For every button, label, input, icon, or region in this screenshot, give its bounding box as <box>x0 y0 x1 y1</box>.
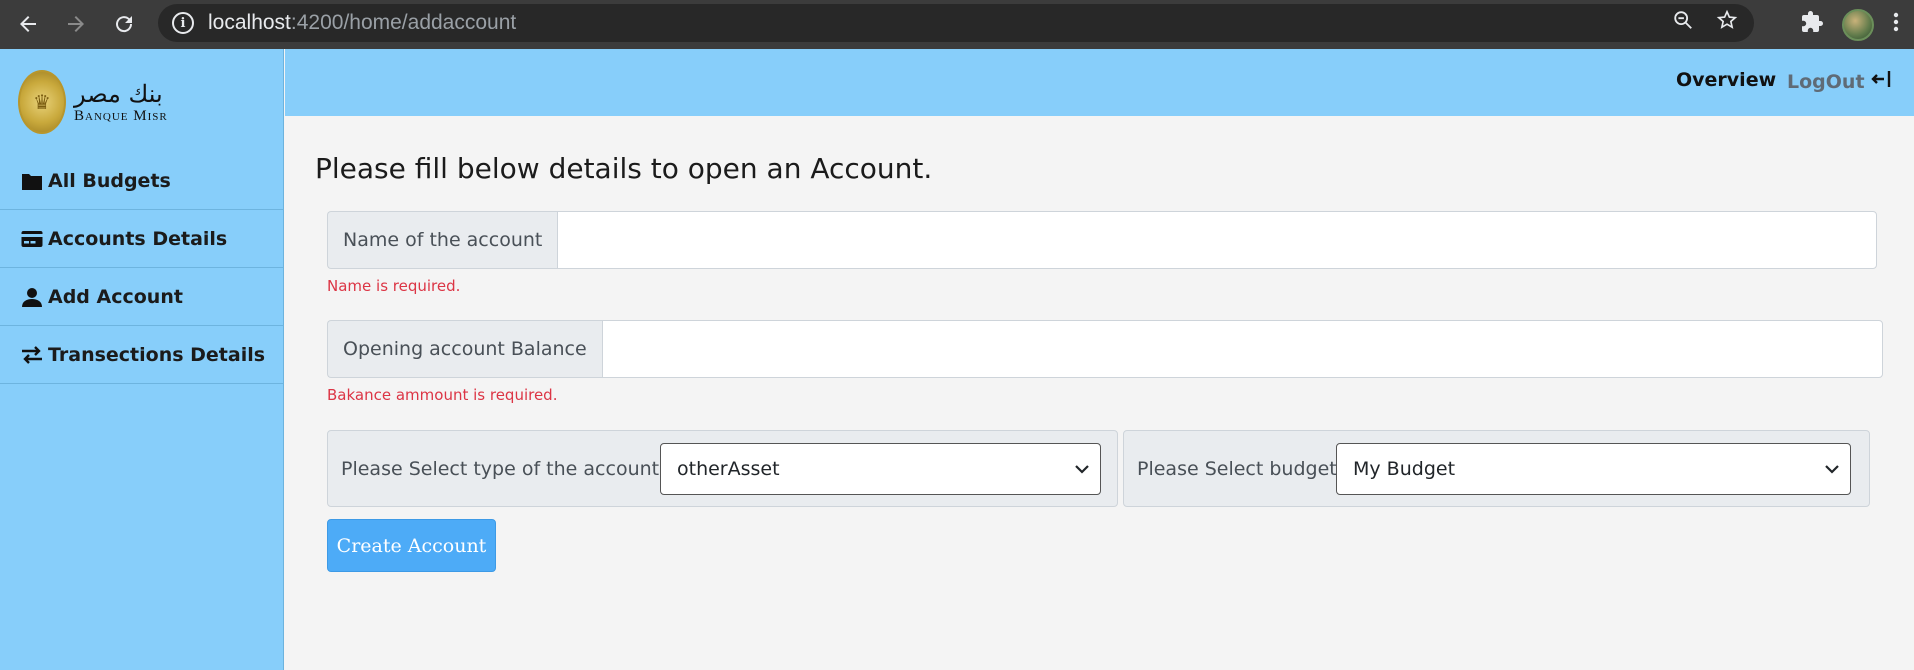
user-icon <box>20 287 44 307</box>
opening-balance-input[interactable] <box>601 320 1883 378</box>
balance-error-message: Bakance ammount is required. <box>327 386 558 404</box>
sidebar-item-add-account[interactable]: Add Account <box>0 268 284 326</box>
budget-selected-value: My Budget <box>1353 458 1456 480</box>
name-error-message: Name is required. <box>327 277 461 295</box>
account-type-group: Please Select type of the account : othe… <box>327 430 1118 507</box>
address-bar[interactable]: i localhost:4200/home/addaccount <box>158 4 1754 42</box>
account-type-select[interactable]: otherAsset <box>660 443 1101 495</box>
banque-misr-logo[interactable]: ♛ بنك مصر Banque Misr <box>18 69 188 135</box>
profile-avatar[interactable] <box>1842 8 1874 41</box>
budget-label: Please Select budget: <box>1137 457 1344 480</box>
logout-icon <box>1870 69 1891 94</box>
site-info-icon[interactable]: i <box>172 12 194 34</box>
account-name-input[interactable] <box>557 211 1878 269</box>
logout-link[interactable]: LogOut <box>1787 69 1891 94</box>
browser-toolbar: i localhost:4200/home/addaccount <box>0 0 1914 49</box>
budget-group: Please Select budget: My Budget <box>1123 430 1870 507</box>
top-header: Overview LogOut <box>285 49 1914 116</box>
sidebar-item-transections-details[interactable]: Transections Details <box>0 326 284 384</box>
sidebar-item-all-budgets[interactable]: All Budgets <box>0 152 284 210</box>
account-type-selected-value: otherAsset <box>677 458 780 480</box>
chevron-down-icon <box>1824 459 1840 484</box>
seal-icon: ♛ <box>18 70 66 134</box>
balance-input-group: Opening account Balance <box>327 320 1883 378</box>
sidebar-item-label: Accounts Details <box>48 227 228 250</box>
logout-label: LogOut <box>1787 70 1865 93</box>
account-type-label: Please Select type of the account : <box>341 457 672 480</box>
bookmark-star-icon[interactable] <box>1716 9 1738 37</box>
name-input-group: Name of the account <box>327 211 1878 269</box>
balance-field-label: Opening account Balance <box>327 320 602 378</box>
url-text: localhost:4200/home/addaccount <box>208 11 517 34</box>
sidebar-item-label: Add Account <box>48 285 183 308</box>
sidebar-item-label: All Budgets <box>48 169 171 192</box>
create-account-button[interactable]: Create Account <box>327 519 496 572</box>
back-arrow-icon[interactable] <box>8 4 48 44</box>
budget-select[interactable]: My Budget <box>1336 443 1851 495</box>
overview-link[interactable]: Overview <box>1676 69 1776 91</box>
sidebar: ♛ بنك مصر Banque Misr All Budgets Accoun… <box>0 49 284 670</box>
zoom-icon[interactable] <box>1672 9 1694 37</box>
chevron-down-icon <box>1074 459 1090 484</box>
folder-icon <box>20 171 44 191</box>
extensions-puzzle-icon[interactable] <box>1800 10 1824 40</box>
reload-icon[interactable] <box>104 4 144 44</box>
exchange-icon <box>20 345 44 365</box>
name-field-label: Name of the account <box>327 211 558 269</box>
sidebar-item-label: Transections Details <box>48 343 266 366</box>
sidebar-item-accounts-details[interactable]: Accounts Details <box>0 210 284 268</box>
logo-english-text: Banque Misr <box>74 107 168 124</box>
kebab-menu-icon[interactable] <box>1892 10 1900 40</box>
logo-arabic-text: بنك مصر <box>74 79 163 108</box>
credit-card-icon <box>20 230 44 248</box>
page-title: Please fill below details to open an Acc… <box>315 152 933 185</box>
forward-arrow-icon[interactable] <box>56 4 96 44</box>
